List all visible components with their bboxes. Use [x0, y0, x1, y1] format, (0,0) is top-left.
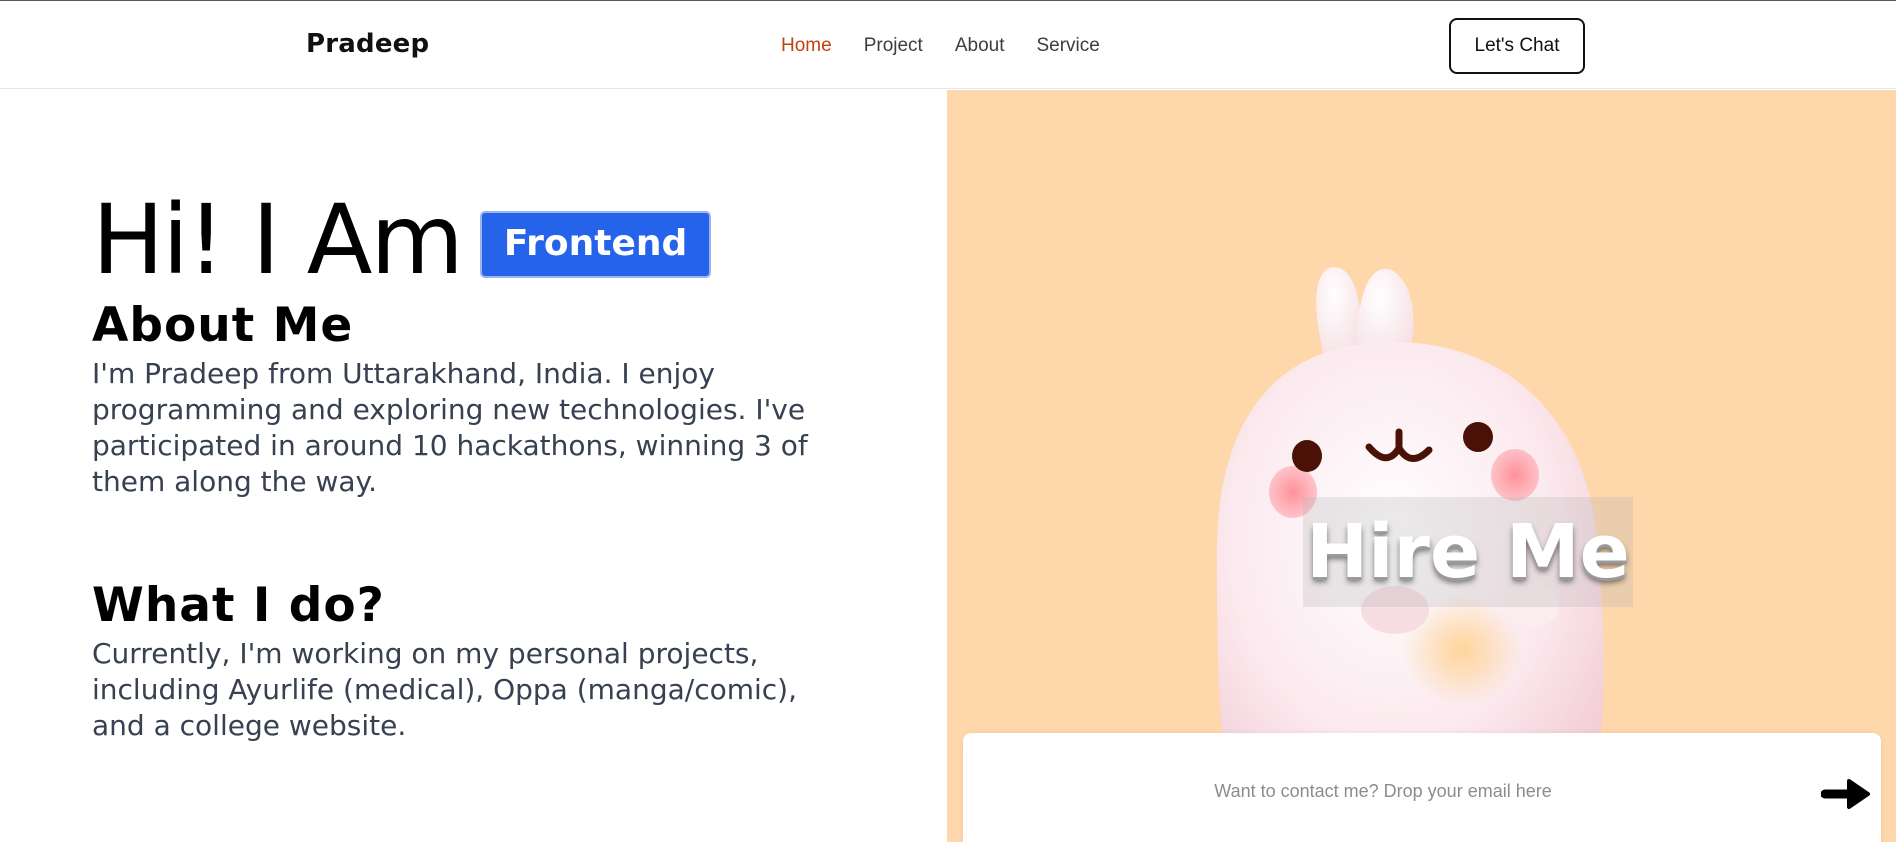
bunny-mascot-illustration [1216, 267, 1604, 830]
nav-link-service[interactable]: Service [1036, 35, 1099, 57]
about-me-text: I'm Pradeep from Uttarakhand, India. I e… [92, 357, 808, 498]
intro-section: Hi! I Am Frontend About Me I'm Pradeep f… [0, 90, 947, 842]
about-me-heading: About Me [92, 298, 354, 353]
send-email-button[interactable] [1819, 775, 1875, 815]
lets-chat-button[interactable]: Let's Chat [1449, 18, 1585, 74]
what-i-do-text: Currently, I'm working on my personal pr… [92, 637, 797, 742]
contact-card [963, 733, 1881, 842]
hire-me-panel: Hire Me [947, 90, 1896, 842]
navbar: Pradeep Home Project About Service Let's… [0, 1, 1896, 89]
bunny-right-cheek [1491, 449, 1539, 501]
bunny-right-eye [1463, 422, 1493, 452]
nav-link-about[interactable]: About [955, 35, 1005, 57]
brand-logo-text[interactable]: Pradeep [306, 29, 429, 59]
role-badge: Frontend [479, 210, 712, 278]
what-i-do-heading: What I do? [92, 578, 385, 633]
nav-link-home[interactable]: Home [781, 35, 832, 57]
hire-me-label: Hire Me [1303, 497, 1633, 607]
hero-heading: Hi! I Am Frontend [92, 184, 712, 296]
contact-email-input[interactable] [983, 773, 1783, 809]
nav-menu: Home Project About Service [781, 35, 1132, 57]
nav-link-project[interactable]: Project [864, 35, 923, 57]
hero-greeting: Hi! I Am [92, 184, 464, 296]
bunny-left-eye [1292, 440, 1322, 472]
arrow-right-icon [1820, 778, 1870, 809]
